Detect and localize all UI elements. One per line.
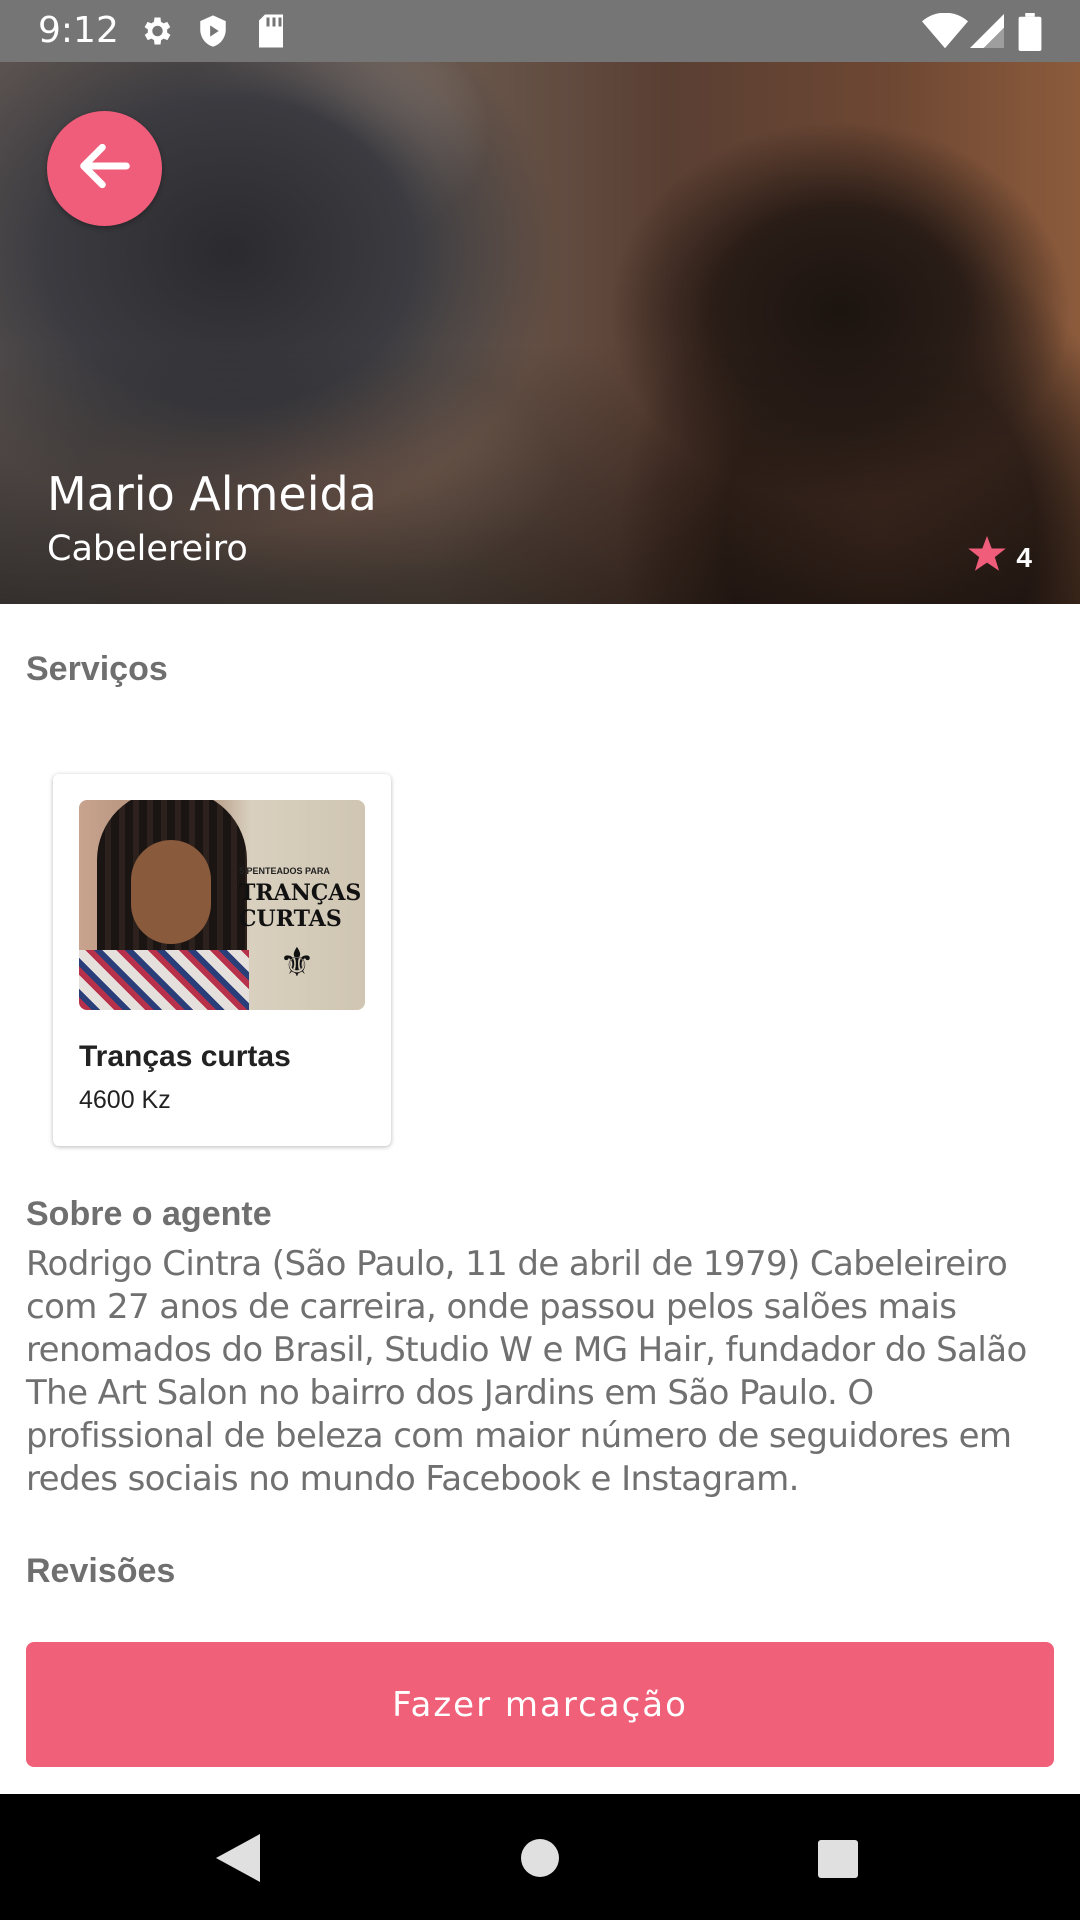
image-caption-small: 5 PENTEADOS PARA	[239, 866, 330, 876]
agent-name: Mario Almeida	[47, 467, 377, 521]
status-bar: 9:12	[0, 0, 1080, 62]
back-button[interactable]	[47, 111, 162, 226]
about-description: Rodrigo Cintra (São Paulo, 11 de abril d…	[26, 1244, 1027, 1499]
service-name: Tranças curtas	[79, 1040, 291, 1073]
gear-icon	[138, 13, 174, 54]
star-icon	[968, 536, 1007, 579]
wifi-icon	[922, 12, 968, 54]
about-section-title: Sobre o agente	[26, 1195, 272, 1233]
system-nav-bar	[0, 1794, 1080, 1920]
reviews-section-title: Revisões	[26, 1552, 176, 1590]
services-section-title: Serviços	[26, 650, 168, 688]
book-appointment-button[interactable]: Fazer marcação	[26, 1642, 1054, 1767]
home-circle-icon[interactable]	[520, 1834, 560, 1887]
status-time: 9:12	[38, 10, 119, 51]
agent-rating: 4	[968, 536, 1032, 579]
signal-icon	[970, 13, 1004, 54]
agent-header-photo: Mario Almeida Cabelereiro 4	[0, 62, 1080, 604]
service-image: 5 PENTEADOS PARA TRANÇAS CURTAS ⚜	[79, 800, 365, 1010]
agent-role: Cabelereiro	[47, 529, 248, 569]
fleur-de-lis-icon: ⚜	[279, 941, 315, 985]
sd-card-icon	[256, 13, 286, 54]
battery-icon	[1018, 13, 1042, 56]
recents-square-icon[interactable]	[817, 1834, 859, 1887]
arrow-left-icon	[73, 134, 137, 203]
service-card[interactable]: 5 PENTEADOS PARA TRANÇAS CURTAS ⚜ Trança…	[53, 774, 391, 1146]
rating-value: 4	[1016, 541, 1032, 573]
shield-icon	[196, 13, 230, 54]
service-price: 4600 Kz	[79, 1086, 171, 1114]
image-caption-line-2: CURTAS	[239, 906, 342, 932]
back-triangle-icon[interactable]	[216, 1834, 260, 1887]
image-caption-line-1: TRANÇAS	[239, 880, 362, 906]
